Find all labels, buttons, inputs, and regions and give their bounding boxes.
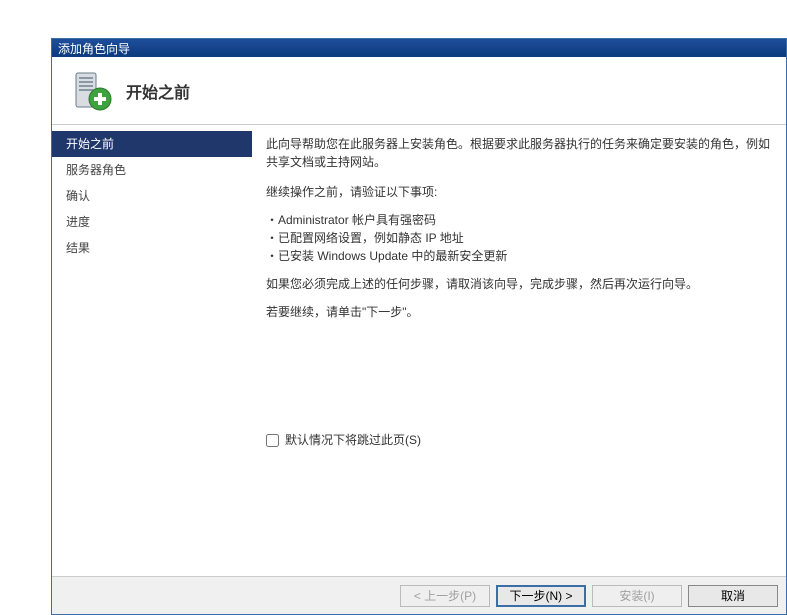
sidebar-item-label: 开始之前 [66, 137, 114, 151]
sidebar-item-before-begin[interactable]: 开始之前 [52, 131, 252, 157]
sidebar-item-progress[interactable]: 进度 [52, 209, 252, 235]
install-button: 安装(I) [592, 585, 682, 607]
bullet-text: Administrator 帐户具有强密码 [278, 211, 436, 229]
bullet-icon: ・ [266, 229, 278, 247]
bullet-item: ・ Administrator 帐户具有强密码 [266, 211, 772, 229]
page-title: 开始之前 [126, 79, 190, 103]
wizard-header: 开始之前 [52, 57, 786, 125]
sidebar-item-label: 进度 [66, 215, 90, 229]
previous-button: < 上一步(P) [400, 585, 490, 607]
continue-note: 若要继续，请单击"下一步"。 [266, 303, 772, 321]
bullet-text: 已配置网络设置，例如静态 IP 地址 [278, 229, 464, 247]
verify-heading: 继续操作之前，请验证以下事项: [266, 183, 772, 201]
sidebar-item-label: 结果 [66, 241, 90, 255]
wizard-window: 添加角色向导 开始之前 开始之前 服务器角色 [51, 38, 787, 615]
bullet-list: ・ Administrator 帐户具有强密码 ・ 已配置网络设置，例如静态 I… [266, 211, 772, 265]
content-pane: 此向导帮助您在此服务器上安装角色。根据要求此服务器执行的任务来确定要安装的角色，… [252, 125, 786, 576]
bullet-item: ・ 已安装 Windows Update 中的最新安全更新 [266, 247, 772, 265]
titlebar[interactable]: 添加角色向导 [52, 39, 786, 57]
bullet-item: ・ 已配置网络设置，例如静态 IP 地址 [266, 229, 772, 247]
next-button[interactable]: 下一步(N) > [496, 585, 586, 607]
sidebar-item-confirm[interactable]: 确认 [52, 183, 252, 209]
cancel-button[interactable]: 取消 [688, 585, 778, 607]
skip-page-checkbox[interactable] [266, 434, 279, 447]
skip-page-row: 默认情况下将跳过此页(S) [266, 431, 772, 449]
bullet-icon: ・ [266, 247, 278, 265]
sidebar-item-label: 服务器角色 [66, 163, 126, 177]
wizard-body: 开始之前 服务器角色 确认 进度 结果 此向导帮助您在此服务器上安装角色。根据要… [52, 125, 786, 576]
bullet-icon: ・ [266, 211, 278, 229]
skip-page-label[interactable]: 默认情况下将跳过此页(S) [285, 431, 421, 449]
wizard-footer: < 上一步(P) 下一步(N) > 安装(I) 取消 [52, 576, 786, 614]
bullet-text: 已安装 Windows Update 中的最新安全更新 [278, 247, 507, 265]
window-title: 添加角色向导 [58, 40, 130, 57]
sidebar-item-server-roles[interactable]: 服务器角色 [52, 157, 252, 183]
sidebar: 开始之前 服务器角色 确认 进度 结果 [52, 125, 252, 576]
sidebar-item-results[interactable]: 结果 [52, 235, 252, 261]
cancel-note: 如果您必须完成上述的任何步骤，请取消该向导，完成步骤，然后再次运行向导。 [266, 275, 772, 293]
intro-text: 此向导帮助您在此服务器上安装角色。根据要求此服务器执行的任务来确定要安装的角色，… [266, 135, 772, 171]
server-role-icon [70, 69, 114, 113]
sidebar-item-label: 确认 [66, 189, 90, 203]
